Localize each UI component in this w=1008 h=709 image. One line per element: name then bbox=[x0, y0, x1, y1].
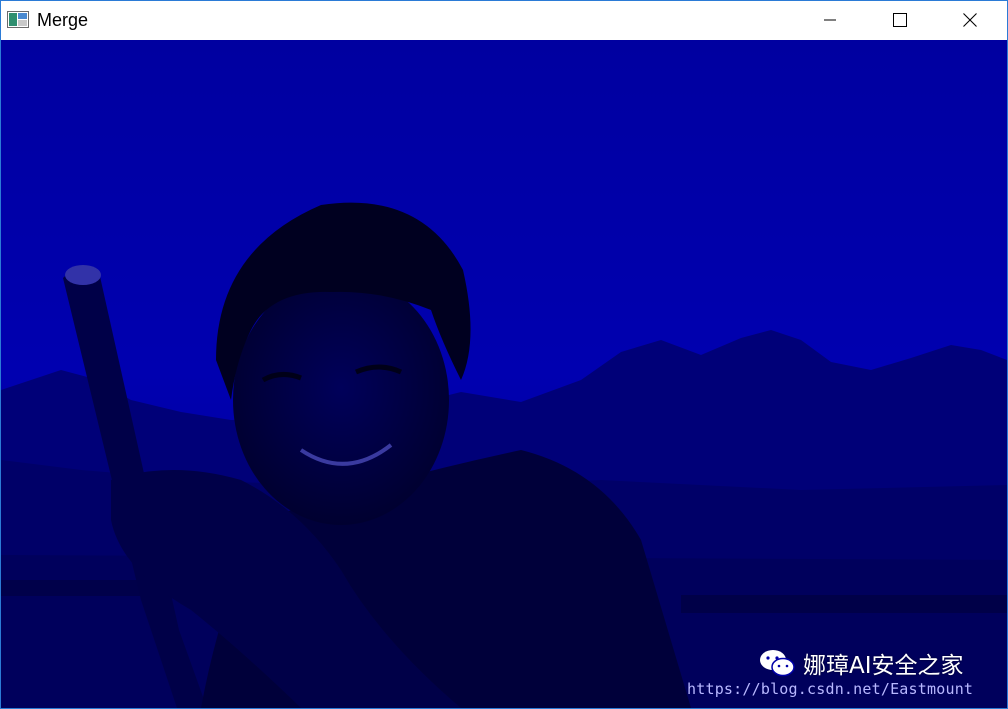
wechat-icon bbox=[760, 650, 795, 677]
minimize-button[interactable] bbox=[807, 1, 853, 39]
face bbox=[233, 275, 449, 525]
merge-window: Merge 娜璋AI安全之家 https://blog.csdn.net/Eas… bbox=[0, 0, 1008, 709]
maximize-button[interactable] bbox=[877, 1, 923, 39]
watermark-brand: 娜璋AI安全之家 bbox=[803, 653, 964, 679]
window-title: Merge bbox=[37, 10, 89, 30]
close-icon bbox=[963, 13, 977, 27]
app-icon bbox=[7, 11, 29, 28]
watermark: 娜璋AI安全之家 bbox=[759, 646, 964, 680]
minimize-icon bbox=[824, 19, 836, 21]
photo-canvas bbox=[1, 40, 1007, 708]
merged-image: 娜璋AI安全之家 https://blog.csdn.net/Eastmount bbox=[1, 40, 1007, 708]
close-button[interactable] bbox=[947, 1, 993, 39]
maximize-icon bbox=[893, 13, 907, 27]
watermark-url: https://blog.csdn.net/Eastmount bbox=[687, 680, 974, 698]
title-bar[interactable]: Merge bbox=[1, 1, 1007, 39]
